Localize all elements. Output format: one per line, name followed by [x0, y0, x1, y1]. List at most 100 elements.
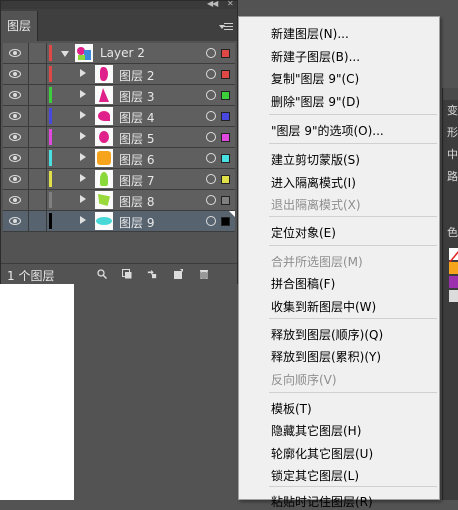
target-circle-icon[interactable]	[206, 174, 216, 184]
selection-indicator[interactable]	[221, 91, 230, 100]
layer-row[interactable]: 图层 9	[3, 211, 235, 232]
panel-menu-button[interactable]	[219, 21, 235, 33]
lock-toggle[interactable]	[28, 148, 47, 168]
menu-item[interactable]: 模板(T)	[271, 400, 312, 417]
target-circle-icon[interactable]	[206, 48, 216, 58]
layer-row[interactable]: 图层 6	[3, 148, 235, 169]
selection-indicator[interactable]	[221, 217, 230, 226]
create-sublayer-icon[interactable]	[147, 269, 157, 279]
menu-item[interactable]: 释放到图层(累积)(Y)	[271, 348, 381, 365]
make-clipping-mask-icon[interactable]	[122, 269, 132, 279]
swatch-white[interactable]	[449, 290, 458, 302]
expand-triangle-icon[interactable]	[80, 174, 86, 182]
target-circle-icon[interactable]	[206, 195, 216, 205]
menu-item[interactable]: 删除"图层 9"(D)	[271, 93, 360, 110]
target-circle-icon[interactable]	[206, 132, 216, 142]
lock-toggle[interactable]	[28, 190, 47, 210]
right-side-panel: 变 形 中 路 色	[442, 88, 458, 500]
lock-toggle[interactable]	[28, 64, 47, 84]
layer-row[interactable]: 图层 4	[3, 106, 235, 127]
layer-color-bar	[49, 150, 52, 166]
expand-triangle-icon[interactable]	[80, 90, 86, 98]
menu-item[interactable]: 建立剪切蒙版(S)	[271, 151, 360, 168]
target-circle-icon[interactable]	[206, 216, 216, 226]
lock-toggle[interactable]	[28, 127, 47, 147]
visibility-eye-icon[interactable]	[9, 69, 21, 79]
lock-toggle[interactable]	[28, 43, 47, 63]
layer-row[interactable]: 图层 8	[3, 190, 235, 211]
panel-status-bar: 1 个图层	[1, 263, 237, 284]
new-layer-icon[interactable]	[173, 269, 183, 279]
selection-indicator[interactable]	[221, 133, 230, 142]
selection-indicator[interactable]	[221, 154, 230, 163]
expand-triangle-icon[interactable]	[80, 216, 86, 224]
expand-triangle-icon[interactable]	[80, 69, 86, 77]
swatch-purple[interactable]	[449, 276, 458, 288]
lock-toggle[interactable]	[28, 85, 47, 105]
layer-thumbnail	[95, 170, 113, 188]
menu-item[interactable]: 收集到新图层中(W)	[271, 298, 376, 315]
target-circle-icon[interactable]	[206, 153, 216, 163]
layer-row[interactable]: 图层 3	[3, 85, 235, 106]
selection-indicator[interactable]	[221, 70, 230, 79]
panel-title-strip[interactable]: ◀◀ ✕	[1, 0, 237, 9]
visibility-eye-icon[interactable]	[9, 111, 21, 121]
layer-row[interactable]: 图层 7	[3, 169, 235, 190]
menu-item[interactable]: 隐藏其它图层(H)	[271, 422, 361, 439]
layer-color-bar	[49, 213, 52, 229]
target-circle-icon[interactable]	[206, 111, 216, 121]
selection-indicator[interactable]	[221, 49, 230, 58]
menu-item: 合并所选图层(M)	[271, 255, 363, 269]
layer-row-parent[interactable]: Layer 2	[3, 43, 235, 64]
menu-item[interactable]: 新建子图层(B)...	[271, 48, 360, 65]
lock-toggle[interactable]	[28, 106, 47, 126]
layer-name: 图层 6	[119, 153, 155, 167]
menu-item[interactable]: 新建图层(N)...	[271, 25, 349, 42]
layers-context-menu: 新建图层(N)... 新建子图层(B)... 复制"图层 9"(C) 删除"图层 9"…	[238, 16, 440, 509]
visibility-eye-icon[interactable]	[9, 195, 21, 205]
swatch-orange[interactable]	[449, 262, 458, 274]
target-circle-icon[interactable]	[206, 90, 216, 100]
selection-indicator[interactable]	[221, 112, 230, 121]
close-icon[interactable]: ✕	[227, 0, 234, 8]
expand-triangle-icon[interactable]	[80, 132, 86, 140]
menu-separator	[269, 143, 437, 144]
visibility-eye-icon[interactable]	[9, 48, 21, 58]
visibility-eye-icon[interactable]	[9, 153, 21, 163]
target-circle-icon[interactable]	[206, 69, 216, 79]
expand-triangle-icon[interactable]	[80, 153, 86, 161]
visibility-eye-icon[interactable]	[9, 90, 21, 100]
expand-triangle-icon[interactable]	[61, 51, 69, 57]
menu-item[interactable]: 释放到图层(顺序)(Q)	[271, 326, 383, 343]
menu-item[interactable]: 粘贴时记住图层(R)	[271, 493, 373, 510]
locate-object-icon[interactable]	[97, 269, 107, 279]
expand-triangle-icon[interactable]	[80, 111, 86, 119]
collapse-icon[interactable]: ◀◀	[207, 0, 218, 8]
expand-triangle-icon[interactable]	[80, 195, 86, 203]
layer-color-bar	[49, 129, 52, 145]
menu-item[interactable]: 锁定其它图层(L)	[271, 467, 359, 484]
menu-item[interactable]: "图层 9"的选项(O)...	[271, 122, 384, 139]
menu-item[interactable]: 轮廓化其它图层(U)	[271, 445, 373, 462]
visibility-eye-icon[interactable]	[9, 216, 21, 226]
menu-separator	[269, 216, 437, 217]
menu-item[interactable]: 进入隔离模式(I)	[271, 174, 356, 191]
right-panel-label: 中	[447, 148, 458, 161]
layer-color-bar	[49, 192, 52, 208]
visibility-eye-icon[interactable]	[9, 132, 21, 142]
menu-item[interactable]: 拼合图稿(F)	[271, 275, 335, 292]
selection-indicator[interactable]	[221, 196, 230, 205]
layer-row[interactable]: 图层 2	[3, 64, 235, 85]
lock-toggle[interactable]	[28, 169, 47, 189]
lock-toggle[interactable]	[28, 211, 47, 231]
layer-row[interactable]: 图层 5	[3, 127, 235, 148]
menu-item[interactable]: 定位对象(E)	[271, 224, 336, 241]
menu-item[interactable]: 复制"图层 9"(C)	[271, 70, 359, 87]
selected-art-indicator	[229, 211, 235, 217]
swatch-none[interactable]	[448, 248, 458, 264]
visibility-eye-icon[interactable]	[9, 174, 21, 184]
selection-indicator[interactable]	[221, 175, 230, 184]
delete-icon[interactable]	[199, 269, 209, 279]
menu-separator	[269, 392, 437, 393]
tab-layers[interactable]: 图层	[1, 11, 38, 41]
